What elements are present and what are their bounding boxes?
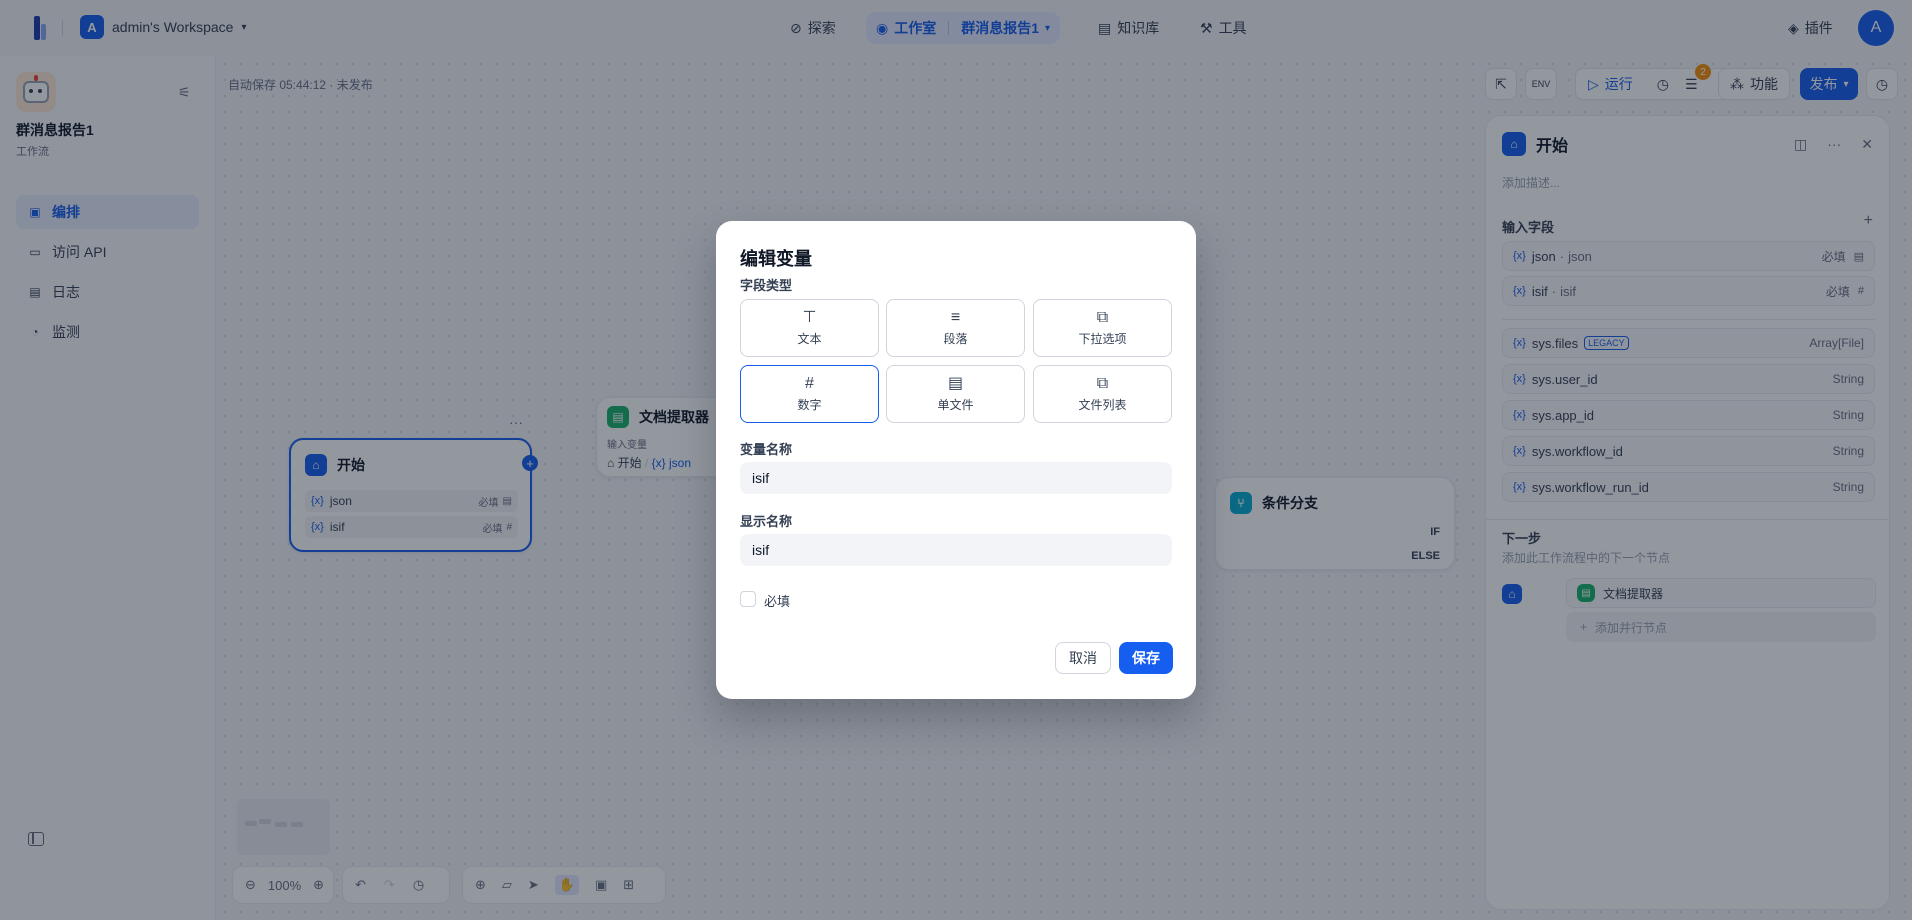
display-name-label: 显示名称 [740,514,793,529]
cancel-button[interactable]: 取消 [1055,642,1111,674]
var-name-label: 变量名称 [740,442,793,457]
paragraph-icon: ≡ [950,308,961,326]
type-label: 文件列表 [1078,397,1127,412]
type-option-text[interactable]: ⊤ 文本 [740,299,879,357]
required-label: 必填 [764,594,791,609]
type-label: 数字 [797,397,822,412]
field-type-label: 字段类型 [740,278,793,293]
type-option-number[interactable]: # 数字 [740,365,879,423]
text-icon: ⊤ [802,308,817,326]
type-option-file-list[interactable]: ⧉ 文件列表 [1033,365,1172,423]
dialog-title: 编辑变量 [740,249,812,269]
type-option-paragraph[interactable]: ≡ 段落 [886,299,1025,357]
file-icon: ▤ [947,374,964,392]
save-button[interactable]: 保存 [1119,642,1173,674]
edit-variable-dialog: 编辑变量 字段类型 ⊤ 文本 ≡ 段落 ⧉ 下拉选项 # 数字 ▤ 单文件 ⧉ … [716,221,1196,699]
files-icon: ⧉ [1096,374,1109,392]
type-label: 单文件 [937,397,974,412]
type-label: 下拉选项 [1078,331,1127,346]
type-option-select[interactable]: ⧉ 下拉选项 [1033,299,1172,357]
var-name-input[interactable] [740,462,1172,494]
select-icon: ⧉ [1096,308,1109,326]
required-checkbox[interactable] [740,591,756,607]
display-name-input[interactable] [740,534,1172,566]
type-label: 文本 [797,331,822,346]
type-label: 段落 [943,331,968,346]
hash-icon: # [805,374,814,392]
type-option-file[interactable]: ▤ 单文件 [886,365,1025,423]
